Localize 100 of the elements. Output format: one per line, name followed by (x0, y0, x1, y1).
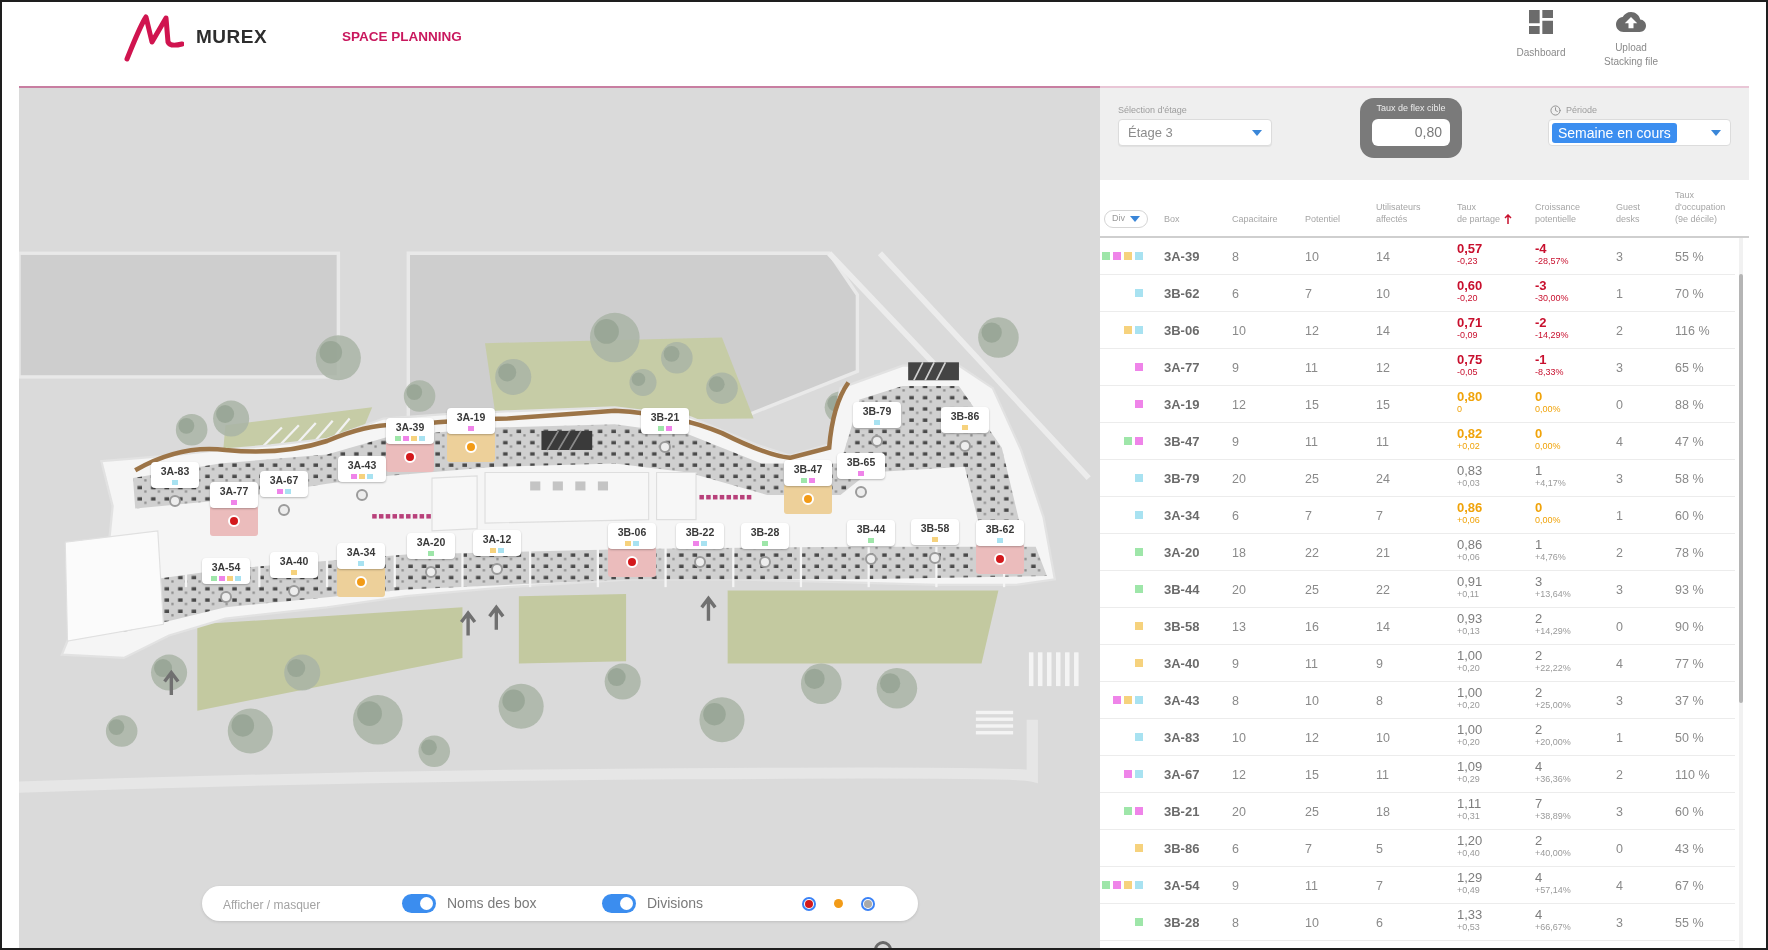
table-cell: 2 (1616, 324, 1623, 338)
box-name: 3A-83 (1164, 730, 1200, 745)
box-label-card[interactable]: 3A-83 (151, 462, 199, 488)
box-label-card[interactable]: 3B-79 (853, 402, 901, 428)
box-label-card[interactable]: 3B-62 (976, 520, 1024, 546)
cell-subvalue: +0,11 (1457, 589, 1480, 600)
box-label-card[interactable]: 3A-19 (447, 408, 495, 434)
table-cell: 93 % (1675, 583, 1704, 597)
table-cell: 2 (1535, 722, 1543, 737)
cell-subvalue: +25,00% (1535, 700, 1571, 711)
box-name: 3A-77 (1164, 360, 1200, 375)
table-cell: 60 % (1675, 509, 1704, 523)
logo-text: MUREX (196, 25, 268, 47)
table-cell: 1,33 (1457, 907, 1483, 922)
table-cell: 10 (1305, 250, 1319, 264)
box-label-card[interactable]: 3A-67 (260, 471, 308, 497)
box-name: 3A-34 (346, 546, 376, 558)
table-cell: 1,11 (1457, 796, 1482, 811)
floor-select[interactable]: Étage 3 (1118, 119, 1272, 146)
caret-down-icon (1252, 129, 1262, 136)
table-cell: 58 % (1675, 472, 1704, 486)
box-label-card[interactable]: 3A-54 (202, 558, 250, 584)
table-cell: -2 (1535, 315, 1547, 330)
arrow-up-icon[interactable] (1504, 214, 1513, 224)
cell-subvalue: +0,49 (1457, 885, 1480, 896)
box-label-card[interactable]: 3A-43 (338, 456, 386, 482)
cell-subvalue: +14,29% (1535, 626, 1571, 637)
box-name: 3A-54 (211, 561, 241, 573)
box-label-card[interactable]: 3A-40 (270, 552, 318, 578)
box-label-card[interactable]: 3B-44 (847, 520, 895, 546)
table-cell: 1 (1535, 463, 1543, 478)
box-name: 3A-39 (395, 421, 425, 433)
scrollbar-thumb[interactable] (1739, 274, 1743, 703)
table-cell: 15 (1305, 398, 1319, 412)
table-cell: 3 (1616, 250, 1623, 264)
table-cell: 9 (1376, 657, 1383, 671)
box-label-card[interactable]: 3B-65 (837, 453, 885, 479)
table-cell: 10 (1305, 694, 1319, 708)
table-cell: 9 (1232, 657, 1239, 671)
table-cell: 14 (1376, 620, 1390, 634)
cell-subvalue: +40,00% (1535, 848, 1571, 859)
box-label-card[interactable]: 3B-06 (608, 523, 656, 549)
table-cell: 11 (1305, 435, 1318, 449)
table-cell: 90 % (1675, 620, 1704, 634)
cell-subvalue: +0,40 (1457, 848, 1480, 859)
toggle-label: Noms des box (447, 894, 537, 913)
table-cell: 7 (1535, 796, 1543, 811)
field-label: Taux de flex cible (1376, 103, 1446, 114)
table-cell: 9 (1232, 435, 1239, 449)
caret-down-icon (1711, 129, 1721, 136)
table-cell: 3 (1616, 694, 1623, 708)
table-cell: 9 (1232, 879, 1239, 893)
table-cell: 3 (1616, 472, 1623, 486)
cell-subvalue: -0,20 (1457, 293, 1478, 304)
table-cell: 12 (1376, 361, 1390, 375)
nav-button[interactable]: Dashboard (1506, 10, 1576, 60)
box-label-card[interactable]: 3A-20 (407, 533, 455, 559)
box-name: 3A-19 (456, 411, 486, 423)
box-name: 3A-34 (1164, 508, 1200, 523)
box-label-card[interactable]: 3B-86 (941, 407, 989, 433)
toggle-switch[interactable] (602, 894, 636, 913)
table-cell: 11 (1305, 879, 1318, 893)
table-cell: 4 (1535, 759, 1543, 774)
flex-target-input[interactable]: 0,80 (1372, 119, 1450, 146)
box-label-card[interactable]: 3A-12 (473, 530, 521, 556)
cell-subvalue: +0,20 (1457, 737, 1480, 748)
box-label-card[interactable]: 3B-58 (911, 519, 959, 545)
table-cell: 15 (1305, 768, 1319, 782)
cell-subvalue: +13,64% (1535, 589, 1571, 600)
box-label-card[interactable]: 3A-39 (386, 418, 434, 444)
cell-subvalue: -30,00% (1535, 293, 1569, 304)
cell-subvalue: 0,00% (1535, 441, 1561, 452)
box-name: 3A-40 (279, 555, 309, 567)
table-cell: 10 (1232, 731, 1246, 745)
table-cell: 2 (1616, 546, 1623, 560)
box-label-card[interactable]: 3A-34 (337, 543, 385, 569)
box-label-card[interactable]: 3B-28 (741, 523, 789, 549)
cell-subvalue: +0,06 (1457, 515, 1480, 526)
table-cell: 11 (1305, 657, 1318, 671)
cell-subvalue: +0,31 (1457, 811, 1480, 822)
box-label-card[interactable]: 3A-77 (210, 482, 258, 508)
field-label: Période (1566, 105, 1598, 116)
nav-button[interactable]: Upload Stacking file (1596, 10, 1666, 69)
box-label-card[interactable]: 3B-21 (641, 408, 689, 434)
table-cell: 0,83 (1457, 463, 1483, 478)
box-label-card[interactable]: 3B-22 (676, 523, 724, 549)
table-cell: 20 (1232, 472, 1246, 486)
table-cell: 65 % (1675, 361, 1704, 375)
box-name: 3B-22 (685, 526, 715, 538)
table-cell: 0 (1616, 620, 1623, 634)
table-cell: 25 (1305, 472, 1319, 486)
table-cell: 10 (1232, 324, 1246, 338)
box-label-card[interactable]: 3B-47 (784, 460, 832, 486)
caret-down-icon (1130, 216, 1140, 222)
table-cell: 14 (1376, 250, 1390, 264)
table-cell: 0,86 (1457, 537, 1483, 552)
toggle-switch[interactable] (402, 894, 436, 913)
table-cell: 6 (1232, 509, 1239, 523)
table-cell: 25 (1305, 805, 1319, 819)
cell-subvalue: +57,14% (1535, 885, 1571, 896)
